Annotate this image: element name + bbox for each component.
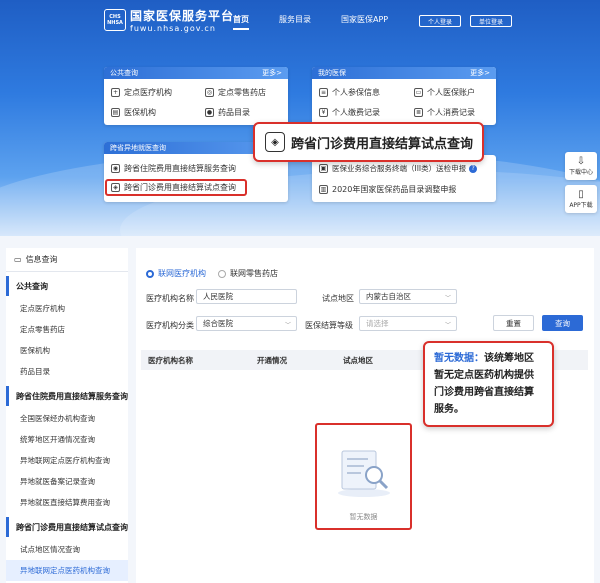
my-item-payment[interactable]: ¥ 个人缴费记录 [319,107,380,118]
pharmacy-icon: ◎ [205,88,214,97]
menu-item[interactable]: 异地就医直接结算费用查询 [6,492,128,513]
receipt-icon: ≣ [414,108,423,117]
bed-icon: ◉ [111,164,120,173]
nav-home[interactable]: 首页 [233,14,249,30]
radio-pharmacy[interactable]: 联网零售药店 [218,268,278,279]
menu-item[interactable]: 定点零售药店 [6,319,128,340]
name-label: 医疗机构名称 [146,294,194,303]
app-download-button[interactable]: ▯ APP下载 [565,185,597,213]
catalog-icon: ▥ [319,185,328,194]
cross-item-outpatient[interactable]: ◈ 跨省门诊费用直接结算试点查询 [105,179,247,196]
card-title: 公共查询 [110,69,138,77]
other-item-terminal[interactable]: ▣ 医保业务综合服务终端（III类）送检申报? [319,163,478,174]
nav-service-catalog[interactable]: 服务目录 [279,14,311,30]
zoom-callout: ◈ 跨省门诊费用直接结算试点查询 [253,122,484,162]
menu-item[interactable]: 药品目录 [6,361,128,382]
personal-login-button[interactable]: 个人登录 [419,15,461,27]
site-logo[interactable]: CHS NHSA 国家医保服务平台 fuwu.nhsa.gov.cn [104,7,234,33]
logo-title: 国家医保服务平台 [130,9,235,23]
logo-mark: CHS NHSA [104,9,126,31]
card-title: 我的医保 [318,69,346,77]
drug-icon: ● [205,108,214,117]
payment-icon: ¥ [319,108,328,117]
logo-url: fuwu.nhsa.gov.cn [130,24,216,33]
more-link[interactable]: 更多> [262,68,282,78]
org-login-button[interactable]: 单位登录 [470,15,512,27]
public-item-agency[interactable]: ▤ 医保机构 [111,107,156,118]
radio-medical[interactable]: 联网医疗机构 [146,268,206,279]
left-menu: ▭ 信息查询 公共查询 定点医疗机构 定点零售药店 医保机构 药品目录 跨省住院费… [6,248,128,583]
agency-icon: ▤ [111,108,120,117]
outpatient-icon: ◈ [265,132,285,152]
menu-section[interactable]: 跨省门诊费用直接结算试点查询 [6,517,128,537]
app-icon: ▯ [578,189,584,200]
level-select[interactable]: 请选择 ﹀ [359,316,457,331]
document-icon: ≡ [319,88,328,97]
type-select[interactable]: 综合医院 ﹀ [196,316,297,331]
type-label: 医疗机构分类 [146,321,194,330]
card-title: 跨省异地就医查询 [110,144,166,152]
col-status: 开通情况 [257,355,287,365]
menu-section[interactable]: 公共查询 [6,276,128,296]
outpatient-icon: ◈ [111,183,120,192]
menu-item[interactable]: 医保机构 [6,340,128,361]
more-link[interactable]: 更多> [470,68,490,78]
menu-item[interactable]: 全国医保经办机构查询 [6,408,128,429]
note-title: 暂无数据： [434,353,484,364]
level-label: 医保结算等级 [305,321,353,330]
nav-app[interactable]: 国家医保APP [341,14,388,30]
folder-icon: ▭ [14,255,22,264]
name-input[interactable]: 人民医院 [196,289,297,304]
region-label: 试点地区 [322,294,354,303]
menu-section[interactable]: 跨省住院费用直接结算服务查询 [6,386,128,406]
col-name: 医疗机构名称 [148,355,193,365]
other-item-drug-catalog[interactable]: ▥ 2020年国家医保药品目录调整申报 [319,184,456,195]
my-item-spending[interactable]: ≣ 个人消费记录 [414,107,475,118]
wallet-icon: ▭ [414,88,423,97]
empty-text: 暂无数据 [349,513,378,521]
chevron-down-icon: ﹀ [444,295,451,302]
download-icon: ⇩ [576,156,586,167]
my-item-info[interactable]: ≡ 个人参保信息 [319,87,380,98]
menu-item[interactable]: 定点医疗机构 [6,298,128,319]
region-select[interactable]: 内蒙古自治区 ﹀ [359,289,457,304]
my-item-account[interactable]: ▭ 个人医保账户 [414,87,475,98]
menu-item[interactable]: 统筹地区开通情况查询 [6,429,128,450]
public-item-drugs[interactable]: ● 药品目录 [205,107,250,118]
chevron-down-icon: ﹀ [284,322,291,329]
menu-item-active[interactable]: 异地联网定点医药机构查询 [6,560,128,581]
top-banner [0,0,600,236]
search-button[interactable]: 查询 [542,315,583,331]
download-center-button[interactable]: ⇩ 下载中心 [565,152,597,180]
main-nav: 首页 服务目录 国家医保APP [233,14,418,30]
hospital-icon: + [111,88,120,97]
menu-title: ▭ 信息查询 [6,248,128,272]
menu-item[interactable]: 试点地区情况查询 [6,539,128,560]
empty-data-icon [338,450,390,497]
terminal-icon: ▣ [319,164,328,173]
no-data-note: 暂无数据：该统筹地区暂无定点医药机构提供门诊费用跨省直接结算服务。 [423,341,554,427]
chevron-down-icon: ﹀ [444,322,451,329]
cross-item-inpatient[interactable]: ◉ 跨省住院费用直接结算服务查询 [111,163,236,174]
public-item-pharmacy[interactable]: ◎ 定点零售药店 [205,87,266,98]
public-item-medical[interactable]: + 定点医疗机构 [111,87,172,98]
help-icon[interactable]: ? [469,164,478,173]
menu-item[interactable]: 异地联网定点医疗机构查询 [6,450,128,471]
col-region: 试点地区 [343,355,373,365]
menu-item[interactable]: 异地就医备案记录查询 [6,471,128,492]
reset-button[interactable]: 重置 [493,315,534,331]
